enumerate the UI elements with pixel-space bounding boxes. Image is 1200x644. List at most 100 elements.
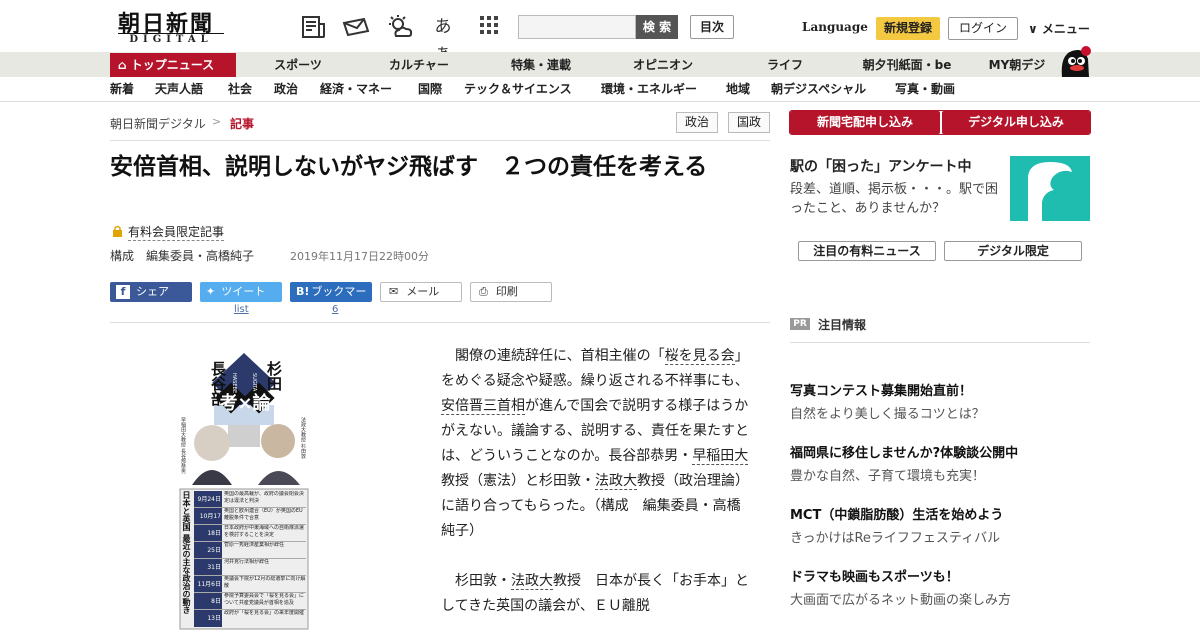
twitter-count[interactable]: list: [234, 304, 249, 315]
timeline-text: 菅原一秀経済産業相が辞任: [224, 542, 285, 548]
timeline-row: 11月6日 英議会下院が12月の総選挙に向け解散: [194, 576, 306, 593]
timeline-text: 英議会下院が12月の総選挙に向け解散: [224, 576, 306, 589]
nav-top-news[interactable]: ⌂ トップニュース: [110, 53, 236, 77]
language-link[interactable]: Language: [802, 20, 868, 34]
pr-item[interactable]: ドラマも映画もスポーツも！ 大画面で広がるネット動画の楽しみ方: [790, 566, 1011, 608]
pr-item-sub[interactable]: きっかけはReライフフェスティバル: [790, 527, 1003, 546]
pr-item-sub[interactable]: 豊かな自然、子育て環境も充実！: [790, 465, 1018, 484]
article-body: 閣僚の連続辞任に、首相主催の「桜を見る会」をめぐる疑念や疑惑。繰り返される不祥事…: [441, 344, 751, 644]
article-illustration[interactable]: 長谷部 杉田 HASEBE SUGITA 考×論 早稲田大教授 長谷部恭男 法政…: [178, 345, 310, 630]
mascot-icon[interactable]: [1058, 43, 1092, 79]
grid-menu-icon[interactable]: [476, 14, 502, 40]
pr-item-title[interactable]: 写真コンテスト募集開始直前！: [790, 380, 985, 399]
subnav-item[interactable]: テック＆サイエンス: [464, 77, 572, 102]
subnav-item[interactable]: 経済・マネー: [320, 77, 392, 102]
breadcrumb-home[interactable]: 朝日新聞デジタル: [110, 115, 206, 132]
pr-item-title[interactable]: ドラマも映画もスポーツも！: [790, 566, 1011, 585]
subnav-item[interactable]: 写真・動画: [895, 77, 955, 102]
keyword-link[interactable]: 桜を見る会: [664, 348, 735, 365]
subnav-item[interactable]: 環境・エネルギー: [601, 77, 697, 102]
pr-item-sub[interactable]: 大画面で広がるネット動画の楽しみ方: [790, 589, 1011, 608]
pr-item[interactable]: 福岡県に移住しませんか?体験談公開中 豊かな自然、子育て環境も充実！: [790, 442, 1018, 484]
tag-national[interactable]: 国政: [728, 112, 770, 133]
illus-timeline: 9月24日英国の最高裁が、政府の議会閉会決定は違法と判決 10月17日英国と欧州…: [194, 491, 306, 627]
timeline-text: 英国の最高裁が、政府の議会閉会決定は違法と判決: [224, 491, 304, 504]
timeline-date: 13日: [194, 610, 222, 627]
nav-item[interactable]: MY朝デジ: [980, 53, 1054, 77]
timeline-row: 13日 政府が「桜を見る会」の来年度開催: [194, 610, 306, 627]
print-button[interactable]: ⎙ 印刷: [470, 282, 552, 302]
tab-paid-news[interactable]: 注目の有料ニュース: [798, 241, 936, 261]
timeline-text: 政府が「桜を見る会」の来年度開催: [224, 610, 305, 616]
timeline-date: 11月6日: [194, 576, 222, 592]
twitter-share-button[interactable]: ✦ ツイート: [200, 282, 282, 302]
article-headline: 安倍首相、説明しないがヤジ飛ばす ２つの責任を考える: [110, 154, 708, 180]
pr-item-title[interactable]: MCT（中鎖脂肪酸）生活を始めよう: [790, 504, 1003, 523]
survey-ad-image[interactable]: [1010, 156, 1090, 221]
timeline-row: 25日 菅原一秀経済産業相が辞任: [194, 542, 306, 559]
facebook-share-button[interactable]: f シェア: [110, 282, 192, 302]
nav-item[interactable]: スポーツ: [260, 53, 336, 77]
search-input[interactable]: [518, 15, 636, 39]
subnav-item[interactable]: 新着: [110, 77, 134, 102]
tag-politics[interactable]: 政治: [676, 112, 718, 133]
keyword-link[interactable]: 早稲田大: [692, 448, 749, 465]
breadcrumb-separator: >: [212, 115, 222, 128]
site-logo-sub: DIGITAL: [118, 33, 224, 46]
register-button[interactable]: 新規登録: [876, 17, 940, 40]
timeline-date: 9月24日: [194, 491, 222, 507]
subnav-item[interactable]: 政治: [274, 77, 298, 102]
paid-member-label[interactable]: 有料会員限定記事: [128, 223, 225, 241]
nav-item[interactable]: オピニオン: [622, 53, 704, 77]
hatena-icon: B!: [296, 285, 310, 298]
subnav-item[interactable]: 社会: [228, 77, 252, 102]
envelope-icon: ✉: [389, 285, 399, 298]
hatena-count[interactable]: 6: [332, 304, 338, 315]
timeline-date: 18日: [194, 525, 222, 541]
nav-item[interactable]: 朝夕刊紙面・be: [852, 53, 962, 77]
subnav-item[interactable]: 天声人語: [155, 77, 203, 102]
subnav-item[interactable]: 朝デジスペシャル: [771, 77, 866, 102]
twitter-icon: ✦: [206, 285, 216, 298]
mail-share-button[interactable]: ✉ メール: [380, 282, 462, 302]
timeline-date: 10月17日: [194, 508, 222, 537]
byline: 構成 編集委員・高橋純子: [110, 249, 255, 263]
article-paragraph: 閣僚の連続辞任に、首相主催の「桜を見る会」をめぐる疑念や疑惑。繰り返される不祥事…: [441, 344, 751, 544]
pr-item[interactable]: MCT（中鎖脂肪酸）生活を始めよう きっかけはReライフフェスティバル: [790, 504, 1003, 546]
subnav-item[interactable]: 国際: [418, 77, 442, 102]
timeline-row: 18日 日本政府が中東海域への自衛隊派遣を検討することを決定: [194, 525, 306, 542]
login-button[interactable]: ログイン: [948, 17, 1018, 40]
facebook-share-label: シェア: [136, 285, 169, 298]
pr-item-title[interactable]: 福岡県に移住しませんか?体験談公開中: [790, 442, 1018, 461]
search-button[interactable]: 検 索: [636, 15, 678, 39]
digital-subscribe-button[interactable]: デジタル申し込み: [942, 111, 1090, 134]
newspaper-icon[interactable]: [300, 14, 326, 40]
keyword-link[interactable]: 安倍晋三首相: [441, 398, 525, 415]
contents-button[interactable]: 目次: [690, 15, 734, 39]
mail-icon[interactable]: [342, 14, 370, 40]
timeline-row: 10月17日英国と欧州連合（EU）が英国のEU離脱条件で合意: [194, 508, 306, 537]
font-size-icon[interactable]: あぁ: [430, 14, 456, 63]
survey-ad-title[interactable]: 駅の「困った」アンケート中: [790, 156, 971, 176]
keyword-link[interactable]: 法政大: [595, 473, 637, 490]
pr-badge: PR: [790, 318, 810, 330]
nav-item[interactable]: ライフ: [752, 53, 818, 77]
publish-date: 2019年11月17日22時00分: [290, 250, 429, 263]
nav-item[interactable]: 特集・連載: [500, 53, 582, 77]
subnav-item[interactable]: 地域: [726, 77, 750, 102]
survey-ad-text[interactable]: 段差、道順、掲示板・・・。駅で困ったこと、ありませんか？: [790, 180, 1005, 218]
pr-item-sub[interactable]: 自然をより美しく撮るコツとは？: [790, 403, 985, 422]
tab-digital-only[interactable]: デジタル限定: [944, 241, 1082, 261]
hatena-bookmark-button[interactable]: B! ブックマーク: [290, 282, 372, 318]
menu-button[interactable]: ∨ メニュー: [1028, 20, 1090, 37]
pr-section-title: 注目情報: [818, 318, 867, 332]
nav-item[interactable]: カルチャー: [378, 53, 460, 77]
weather-icon[interactable]: [386, 14, 413, 40]
timeline-date: 25日: [194, 542, 222, 558]
pr-item[interactable]: 写真コンテスト募集開始直前！ 自然をより美しく撮るコツとは？: [790, 380, 985, 422]
mail-share-label: メール: [406, 285, 440, 298]
timeline-row: 8日 参院予算委員会で「桜を見る会」について共産党議員が首相を追及: [194, 593, 306, 610]
keyword-link[interactable]: 法政大: [511, 573, 553, 590]
newspaper-subscribe-button[interactable]: 新聞宅配申し込み: [790, 111, 940, 134]
timeline-text: 河井克行法相が辞任: [224, 559, 270, 565]
